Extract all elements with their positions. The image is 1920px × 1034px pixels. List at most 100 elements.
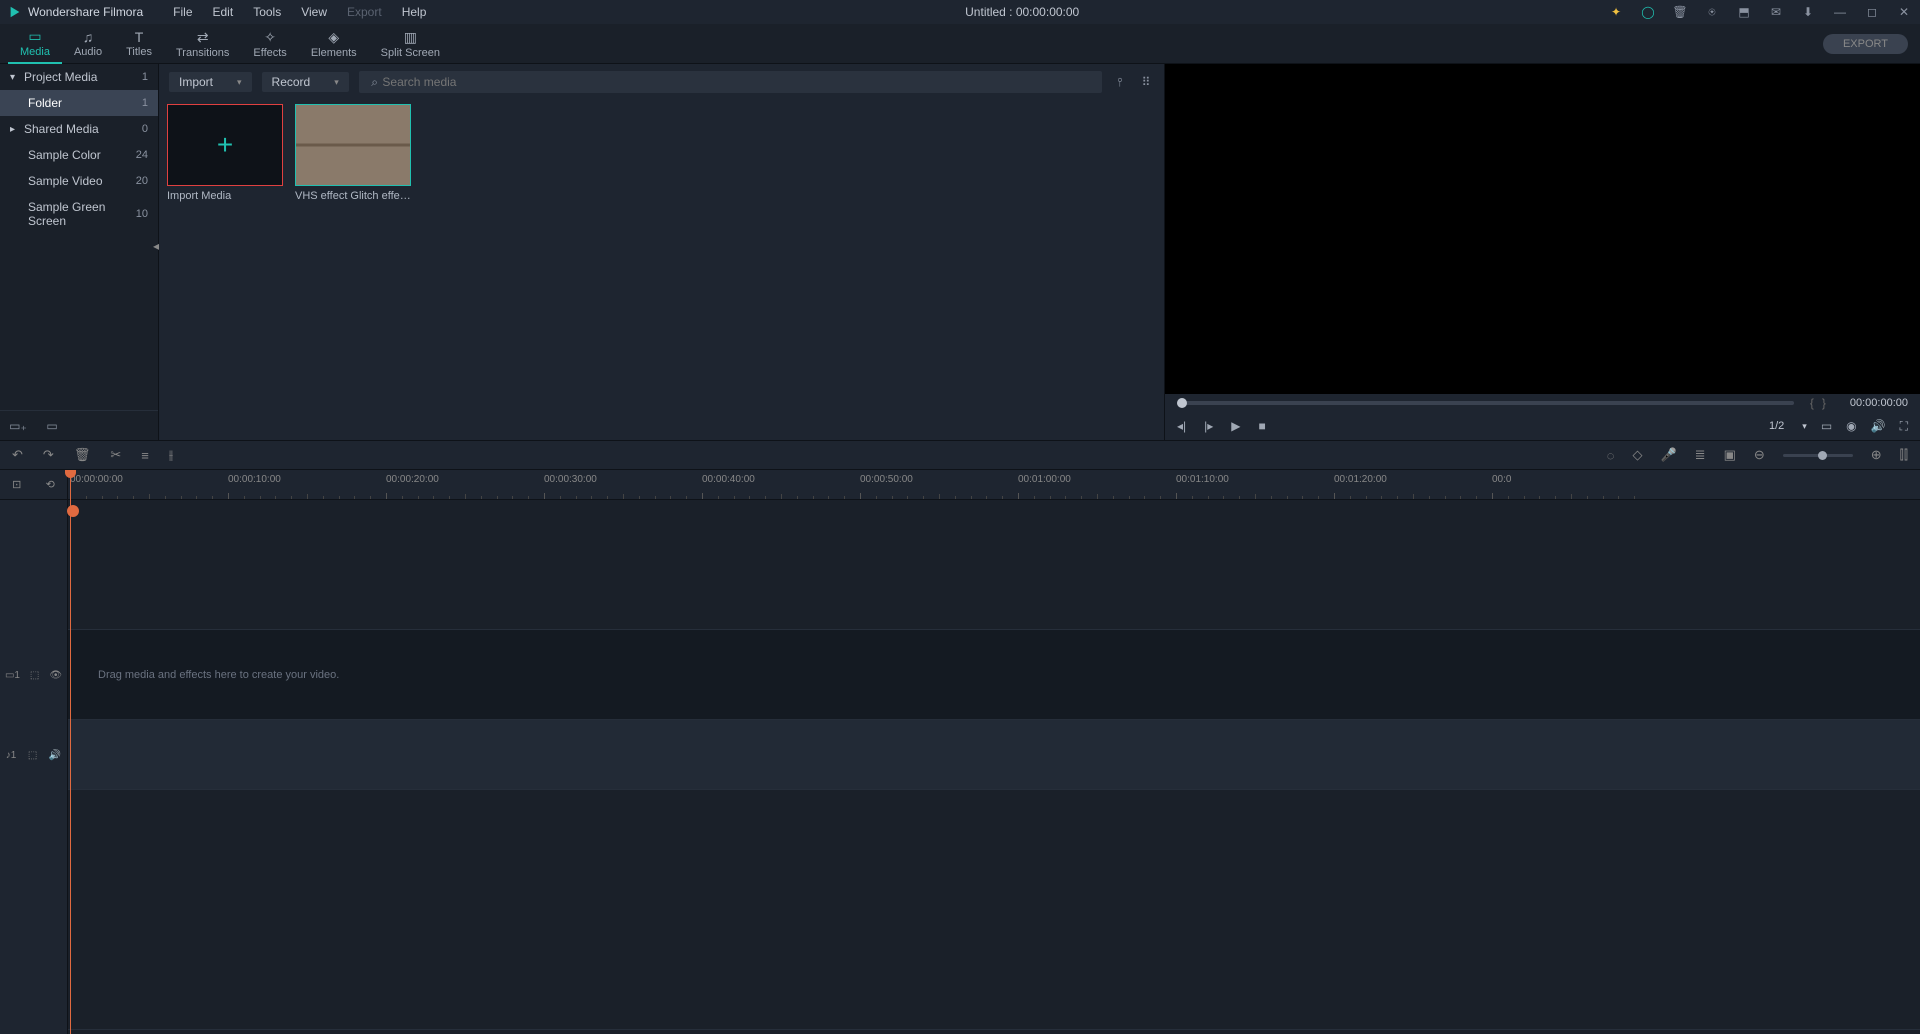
- new-folder-icon[interactable]: ▭₊: [10, 418, 26, 434]
- scrubber-handle[interactable]: [1177, 398, 1187, 408]
- sidebar-label: Sample Color: [28, 148, 136, 162]
- undo-icon[interactable]: ↶: [12, 447, 23, 463]
- display-icon[interactable]: ▭: [1821, 419, 1832, 433]
- mark-in-icon[interactable]: {: [1810, 396, 1814, 410]
- preview-screen[interactable]: [1165, 64, 1920, 394]
- mute-icon[interactable]: 🔊: [49, 750, 61, 761]
- zoom-handle[interactable]: [1818, 451, 1827, 460]
- snapshot-icon[interactable]: ◉: [1846, 419, 1856, 433]
- menu-edit[interactable]: Edit: [203, 5, 244, 19]
- zoom-slider[interactable]: [1783, 454, 1853, 457]
- sidebar-label: Shared Media: [24, 122, 142, 136]
- user-icon[interactable]: ⍟: [1704, 4, 1720, 20]
- sidebar-shared-media[interactable]: ▸ Shared Media 0: [0, 116, 158, 142]
- audio-track-icon: ♪1: [6, 750, 17, 761]
- import-dropdown[interactable]: Import ▾: [169, 72, 252, 92]
- chevron-down-icon: ▾: [334, 77, 339, 88]
- trash-icon[interactable]: 🗑: [1672, 4, 1688, 20]
- search-input[interactable]: [382, 75, 1094, 89]
- prev-frame-icon[interactable]: ◂|: [1177, 419, 1186, 433]
- sidebar-collapse-icon[interactable]: ◂: [153, 239, 159, 253]
- ruler-label: 00:01:00:00: [1018, 474, 1071, 485]
- mail-icon[interactable]: ✉: [1768, 4, 1784, 20]
- filter-icon[interactable]: ⫯: [1112, 74, 1128, 90]
- lock-icon[interactable]: ⬚: [28, 750, 37, 761]
- tab-split-screen[interactable]: ▥ Split Screen: [369, 24, 452, 64]
- audio-track-1[interactable]: [68, 720, 1920, 790]
- split-icon[interactable]: ✂: [110, 447, 121, 463]
- sidebar-count: 24: [136, 149, 148, 161]
- close-icon[interactable]: ✕: [1896, 4, 1912, 20]
- search-box[interactable]: ⌕: [359, 71, 1102, 93]
- zoom-in-icon[interactable]: ⊕: [1871, 447, 1882, 463]
- audio-sync-icon[interactable]: ⫲: [169, 447, 173, 463]
- fullscreen-icon[interactable]: ⛶: [1900, 419, 1908, 434]
- zoom-fit-icon[interactable]: ⫿⫿: [1900, 447, 1908, 463]
- tab-transitions[interactable]: ⇄ Transitions: [164, 24, 241, 64]
- playhead-marker[interactable]: [67, 505, 79, 517]
- maximize-icon[interactable]: ◻: [1864, 4, 1880, 20]
- edit-icon[interactable]: ≡: [141, 448, 149, 463]
- grid-view-icon[interactable]: ⠿: [1138, 74, 1154, 90]
- export-button[interactable]: EXPORT: [1823, 34, 1908, 54]
- tab-audio[interactable]: ♫ Audio: [62, 24, 114, 64]
- mark-out-icon[interactable]: }: [1822, 396, 1826, 410]
- visibility-icon[interactable]: 👁: [49, 670, 62, 681]
- menu-help[interactable]: Help: [392, 5, 437, 19]
- play-icon[interactable]: ▶: [1231, 419, 1240, 433]
- preview-scrubber[interactable]: [1177, 401, 1794, 405]
- delete-icon[interactable]: 🗑: [74, 447, 91, 463]
- menu-view[interactable]: View: [291, 5, 337, 19]
- headphones-icon[interactable]: ◯: [1640, 4, 1656, 20]
- sidebar-sample-green[interactable]: Sample Green Screen 10: [0, 194, 158, 234]
- delete-folder-icon[interactable]: ▭: [44, 418, 60, 434]
- next-frame-icon[interactable]: |▸: [1204, 419, 1213, 433]
- music-icon: ♫: [83, 29, 94, 45]
- render-icon[interactable]: ◌: [1607, 448, 1615, 463]
- match-frame-icon[interactable]: ⊡: [12, 478, 21, 491]
- sidebar-folder[interactable]: Folder 1: [0, 90, 158, 116]
- playhead[interactable]: [70, 470, 71, 1034]
- folder-icon: ▭: [28, 28, 41, 45]
- text-icon: T: [135, 29, 144, 45]
- stop-icon[interactable]: ■: [1259, 419, 1266, 433]
- tab-titles[interactable]: T Titles: [114, 24, 164, 64]
- download-icon[interactable]: ⬇: [1800, 4, 1816, 20]
- timeline-tracks[interactable]: 00:00:00:0000:00:10:0000:00:20:0000:00:3…: [68, 470, 1920, 1034]
- preview-panel: { } 00:00:00:00 ◂| |▸ ▶ ■ 1/2 ▾ ▭ ◉ 🔊 ⛶: [1164, 64, 1920, 440]
- tab-effects[interactable]: ✧ Effects: [241, 24, 298, 64]
- tab-media[interactable]: ▭ Media: [8, 24, 62, 64]
- volume-icon[interactable]: 🔊: [1871, 419, 1886, 433]
- tab-elements[interactable]: ◈ Elements: [299, 24, 369, 64]
- sidebar-sample-video[interactable]: Sample Video 20: [0, 168, 158, 194]
- timeline-ruler[interactable]: 00:00:00:0000:00:10:0000:00:20:0000:00:3…: [68, 470, 1920, 500]
- import-media-tile[interactable]: + Import Media: [167, 104, 283, 202]
- chevron-down-icon: ▾: [10, 72, 24, 83]
- sidebar-project-media[interactable]: ▾ Project Media 1: [0, 64, 158, 90]
- sidebar-sample-color[interactable]: Sample Color 24: [0, 142, 158, 168]
- mixer-icon[interactable]: ≣: [1695, 447, 1706, 463]
- audio-track-header[interactable]: ♪1 ⬚ 🔊: [0, 720, 67, 790]
- record-dropdown[interactable]: Record ▾: [262, 72, 349, 92]
- media-sidebar: ▾ Project Media 1 Folder 1 ▸ Shared Medi…: [0, 64, 158, 440]
- zoom-out-icon[interactable]: ⊖: [1754, 447, 1765, 463]
- voiceover-icon[interactable]: 🎤: [1660, 447, 1676, 463]
- marker-icon[interactable]: ◇: [1632, 447, 1642, 463]
- sidebar-count: 10: [136, 208, 148, 220]
- menu-tools[interactable]: Tools: [243, 5, 291, 19]
- save-icon[interactable]: ⬒: [1736, 4, 1752, 20]
- video-track-1[interactable]: Drag media and effects here to create yo…: [68, 630, 1920, 720]
- media-clip-tile[interactable]: VHS effect Glitch effect...: [295, 104, 411, 202]
- video-track-header[interactable]: ▭1 ⬚ 👁: [0, 630, 67, 720]
- sidebar-label: Sample Video: [28, 174, 136, 188]
- lock-icon[interactable]: ⬚: [30, 670, 39, 681]
- redo-icon[interactable]: ↷: [43, 447, 54, 463]
- menu-file[interactable]: File: [163, 5, 202, 19]
- adjust-icon[interactable]: ▣: [1724, 447, 1736, 463]
- lightbulb-icon[interactable]: ✦: [1608, 4, 1624, 20]
- minimize-icon[interactable]: —: [1832, 4, 1848, 20]
- link-icon[interactable]: ⟲: [46, 478, 55, 491]
- ruler-label: 00:0: [1492, 474, 1511, 485]
- elements-icon: ◈: [328, 29, 339, 46]
- preview-quality-dropdown[interactable]: 1/2 ▾: [1769, 420, 1807, 432]
